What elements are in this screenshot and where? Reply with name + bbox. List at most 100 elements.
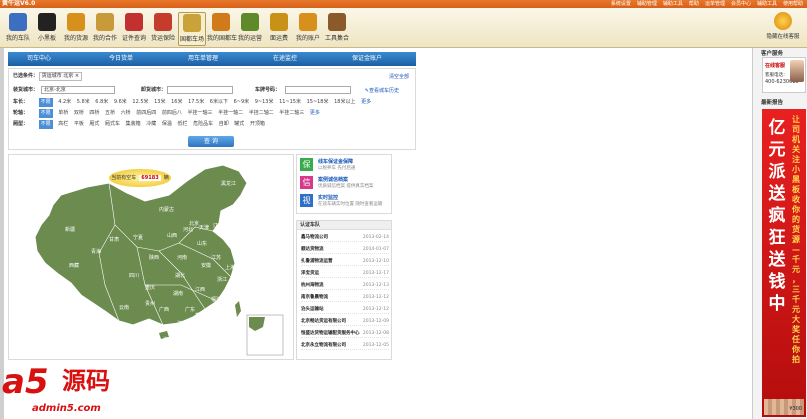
tab-monitor[interactable]: 在途监控 [254,52,316,66]
body-option[interactable]: 不限 [38,120,53,129]
body-option[interactable]: 低栏 [177,120,187,129]
province-label: 天津 [199,224,209,231]
length-option[interactable]: 17.5米 [188,98,204,107]
list-item[interactable]: 杭州海物流 2013-12-13 [301,281,389,290]
list-item[interactable]: 恒盛达货物运输配货服务中心 2013-12-08 [301,329,389,338]
axle-option[interactable]: 前四后四 [136,109,156,118]
right-panel: 客户服务 在线客服 客服电话： 400-6230018 最新报告 亿元派送疯狂送… [752,48,807,419]
body-option[interactable]: 集装箱 [126,120,141,129]
length-option[interactable]: 16米 [171,98,182,107]
toolbar-my-truck[interactable]: 我的国都车 [207,12,237,46]
axle-option[interactable]: 不限 [38,109,53,118]
body-option[interactable]: 冷藏 [146,120,156,129]
body-option[interactable]: 自卸 [219,120,229,129]
axle-option[interactable]: 半挂一轴二 [218,109,243,118]
toolbar-insurance[interactable]: 货运保险 [149,12,177,46]
province-label: 福建 [211,296,221,303]
tab-deposit[interactable]: 保证金账户 [336,52,398,66]
to-city-input[interactable] [167,86,233,94]
toolbar-cooperation[interactable]: 我的合作 [91,12,119,46]
axle-option[interactable]: 四桥 [89,109,99,118]
axle-option[interactable]: 五桥 [105,109,115,118]
length-option[interactable]: 12.5米 [132,98,148,107]
length-option[interactable]: 11~15米 [279,98,301,107]
length-option[interactable]: 4.2米 [58,98,71,107]
plate-input[interactable] [285,86,351,94]
province-label: 安徽 [201,262,211,269]
body-option[interactable]: 保温 [162,120,172,129]
top-menu-item[interactable]: 辅助工具 [757,0,777,8]
top-menu-item[interactable]: 辅助工具 [663,0,683,8]
axle-option[interactable]: 单桥 [58,109,68,118]
toolbar-tools[interactable]: 工具集合 [323,12,351,46]
tab-today-orders[interactable]: 今日货单 [90,52,152,66]
axle-option[interactable]: 六桥 [121,109,131,118]
query-button[interactable]: 查 询 [188,136,234,147]
axle-filter: 轮轴： 不限 单桥 双桥 四桥 五桥 六桥 前四后四 前四后八 半挂一轴三 半挂… [13,109,320,118]
province-label: 黑龙江 [221,180,236,187]
tab-order-manage[interactable]: 用车单管理 [172,52,234,66]
province-label: 青海 [91,248,101,255]
toolbar-freight[interactable]: 面运费 [265,12,293,46]
from-city-input[interactable]: 北京-北京 [41,86,115,94]
axle-more-link[interactable]: 更多 [310,110,320,116]
length-option[interactable]: 18米以上 [334,98,355,107]
list-item[interactable]: 泊头运输站 2013-12-12 [301,305,389,314]
promo-banner[interactable]: 亿元派送疯狂送钱中 让司机关注小黑板收你的货源 — 千元，三千元大奖任你拍 ¥300 [762,109,806,417]
toolbar-operation[interactable]: 我的运营 [236,12,264,46]
clear-all-link[interactable]: 清空全部 [389,73,409,80]
toolbar-my-cargo[interactable]: 我的货源 [62,12,90,46]
service-credit[interactable]: 信案例诚信档案 优质诚信档案 提供真实档案 [300,176,390,192]
body-option[interactable]: 开顶箱 [250,120,265,129]
length-option[interactable]: 9~13米 [255,98,274,107]
body-option[interactable]: 高栏 [58,120,68,129]
top-menu-item[interactable]: 使用帮助 [783,0,803,8]
top-menu-item[interactable]: 会员中心 [731,0,751,8]
body-option[interactable]: 平板 [74,120,84,129]
list-item[interactable]: 北京永立物流有限公司 2013-12-05 [301,341,389,350]
axle-option[interactable]: 半挂二轴三 [279,109,304,118]
list-item[interactable]: 顺达货物流 2014-01-07 [301,245,389,254]
length-option[interactable]: 13米 [154,98,165,107]
body-option[interactable]: 罐式 [234,120,244,129]
service-deposit[interactable]: 保线车保证金保障 以税养车 先付后通 [300,158,390,174]
length-option[interactable]: 6~9米 [234,98,250,107]
tab-driver-center[interactable]: 司车中心 [8,52,70,66]
promo-char: 收 [792,195,800,204]
axle-option[interactable]: 半挂一轴三 [187,109,212,118]
top-menu-item[interactable]: 辅助管理 [637,0,657,8]
length-option[interactable]: 9.6米 [114,98,127,107]
history-link[interactable]: ✎查看城车历史 [365,87,399,94]
length-more-link[interactable]: 更多 [361,99,371,105]
certified-fleet-panel: 认证车队 鑫马物流公司 2013-02-14 顺达货物流 2014-01-07 扎鲁… [296,220,392,360]
body-option[interactable]: 危险品车 [193,120,213,129]
top-menu-item[interactable]: 系统设置 [611,0,631,8]
condition-chip[interactable]: 货运城市 北京 × [38,72,83,81]
list-item[interactable]: 南京鲁晨物流 2013-12-12 [301,293,389,302]
toolbar-cert-query[interactable]: 证件查询 [120,12,148,46]
list-item[interactable]: 泽宝货运 2013-12-17 [301,269,389,278]
axle-option[interactable]: 双桥 [74,109,84,118]
toolbar-parking[interactable]: 国都车场 [178,12,206,46]
body-option[interactable]: 厢式 [89,120,99,129]
toolbar-my-fleet[interactable]: 我的车队 [4,12,32,46]
top-menu-item[interactable]: 运单管理 [705,0,725,8]
list-item[interactable]: 鑫马物流公司 2013-02-14 [301,233,389,242]
toolbar-account[interactable]: 我的账户 [294,12,322,46]
toolbar-blackboard[interactable]: 小黑板 [33,12,61,46]
service-monitor[interactable]: 视实时监控 在途车辆实时位置 随时查看运输 [300,194,390,210]
top-menu-item[interactable]: 帮助 [689,0,699,8]
hide-online-service-button[interactable]: 隐藏在线客服 [763,12,803,40]
length-option[interactable]: 6.8米 [95,98,108,107]
length-option[interactable]: 5.8米 [77,98,90,107]
promo-char: 亿 [768,118,786,138]
length-option[interactable]: 不限 [38,98,53,107]
axle-option[interactable]: 半挂二轴二 [249,109,274,118]
body-option[interactable]: 厢式车 [105,120,120,129]
list-item[interactable]: 扎鲁浦物流运营 2013-12-10 [301,257,389,266]
length-option[interactable]: 15~18米 [307,98,329,107]
list-item[interactable]: 北京畅达货运有限公司 2013-12-09 [301,317,389,326]
length-option[interactable]: 6米以下 [210,98,228,107]
online-service-card[interactable]: 在线客服 客服电话： 400-6230018 [762,57,806,93]
axle-option[interactable]: 前四后八 [162,109,182,118]
